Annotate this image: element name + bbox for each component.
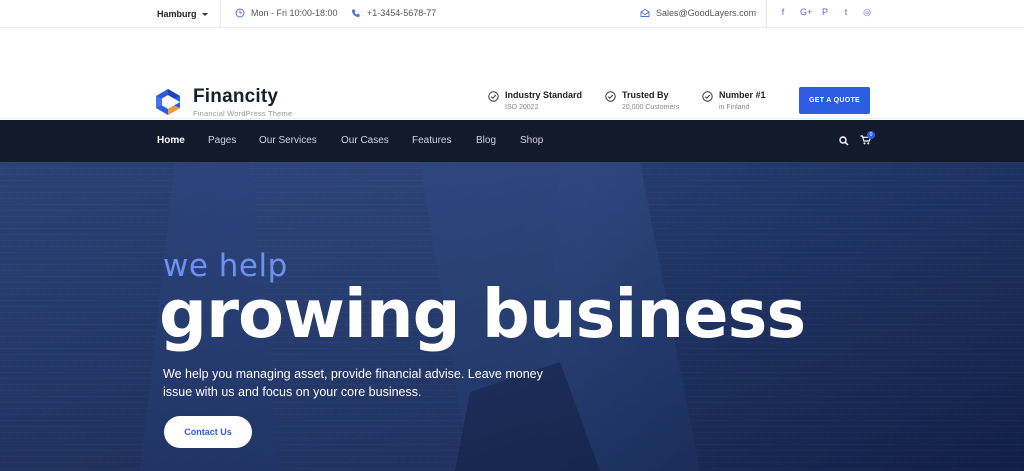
- logo-icon[interactable]: [156, 89, 180, 115]
- get-a-quote-button[interactable]: GET A QUOTE: [799, 87, 870, 114]
- feature-title: Number #1: [719, 90, 766, 100]
- feature-title: Trusted By: [622, 90, 669, 100]
- contact-us-button[interactable]: Contact Us: [164, 416, 252, 448]
- search-icon[interactable]: [839, 136, 849, 146]
- divider: [766, 0, 767, 28]
- facebook-icon[interactable]: f: [779, 7, 787, 18]
- twitter-icon[interactable]: t: [842, 7, 850, 18]
- phone-number[interactable]: +1-3454-5678-77: [351, 8, 436, 18]
- nav-item-our-cases[interactable]: Our Cases: [341, 135, 389, 146]
- brand-name[interactable]: Financity: [193, 86, 278, 108]
- nav-item-features[interactable]: Features: [412, 135, 451, 146]
- clock-icon: [235, 8, 245, 18]
- feature-title: Industry Standard: [505, 90, 583, 100]
- opening-hours: Mon - Fri 10:00-18:00: [235, 8, 338, 18]
- nav-item-blog[interactable]: Blog: [476, 135, 496, 146]
- cart-count-badge: 0: [867, 131, 875, 139]
- instagram-icon[interactable]: ◎: [863, 7, 871, 18]
- nav-item-home[interactable]: Home: [157, 135, 185, 146]
- email-text: Sales@GoodLayers.com: [656, 8, 757, 18]
- google-plus-icon[interactable]: G+: [800, 7, 812, 18]
- nav-item-our-services[interactable]: Our Services: [259, 135, 317, 146]
- check-circle-icon: [605, 91, 616, 102]
- chevron-down-icon: [201, 13, 208, 17]
- email-link[interactable]: Sales@GoodLayers.com: [640, 8, 756, 18]
- pinterest-icon[interactable]: P: [821, 7, 829, 18]
- phone-icon: [352, 9, 360, 17]
- hero-title: growing business: [159, 275, 806, 353]
- feature-subtitle: ISO 20022: [505, 104, 539, 111]
- phone-text: +1-3454-5678-77: [367, 8, 437, 18]
- divider: [220, 0, 221, 28]
- site-header: Financity Financial WordPress Theme Indu…: [0, 28, 1024, 119]
- hours-text: Mon - Fri 10:00-18:00: [251, 8, 338, 18]
- feature-subtitle: 20,000 Customers: [622, 104, 680, 111]
- hero-description: We help you managing asset, provide fina…: [163, 367, 543, 399]
- top-bar: Hamburg Mon - Fri 10:00-18:00 +1-3454-56…: [0, 0, 1024, 28]
- hero-section: we help growing business We help you man…: [0, 162, 1024, 471]
- mail-icon: [640, 8, 650, 17]
- check-circle-icon: [488, 91, 499, 102]
- check-circle-icon: [702, 91, 713, 102]
- location-label: Hamburg: [157, 9, 197, 19]
- brand-tagline: Financial WordPress Theme: [193, 109, 293, 118]
- nav-item-pages[interactable]: Pages: [208, 135, 236, 146]
- feature-subtitle: in Finland: [719, 104, 750, 111]
- location-selector[interactable]: Hamburg: [157, 9, 208, 19]
- social-links: f G+ P t ◎: [779, 7, 871, 18]
- nav-item-shop[interactable]: Shop: [520, 135, 543, 146]
